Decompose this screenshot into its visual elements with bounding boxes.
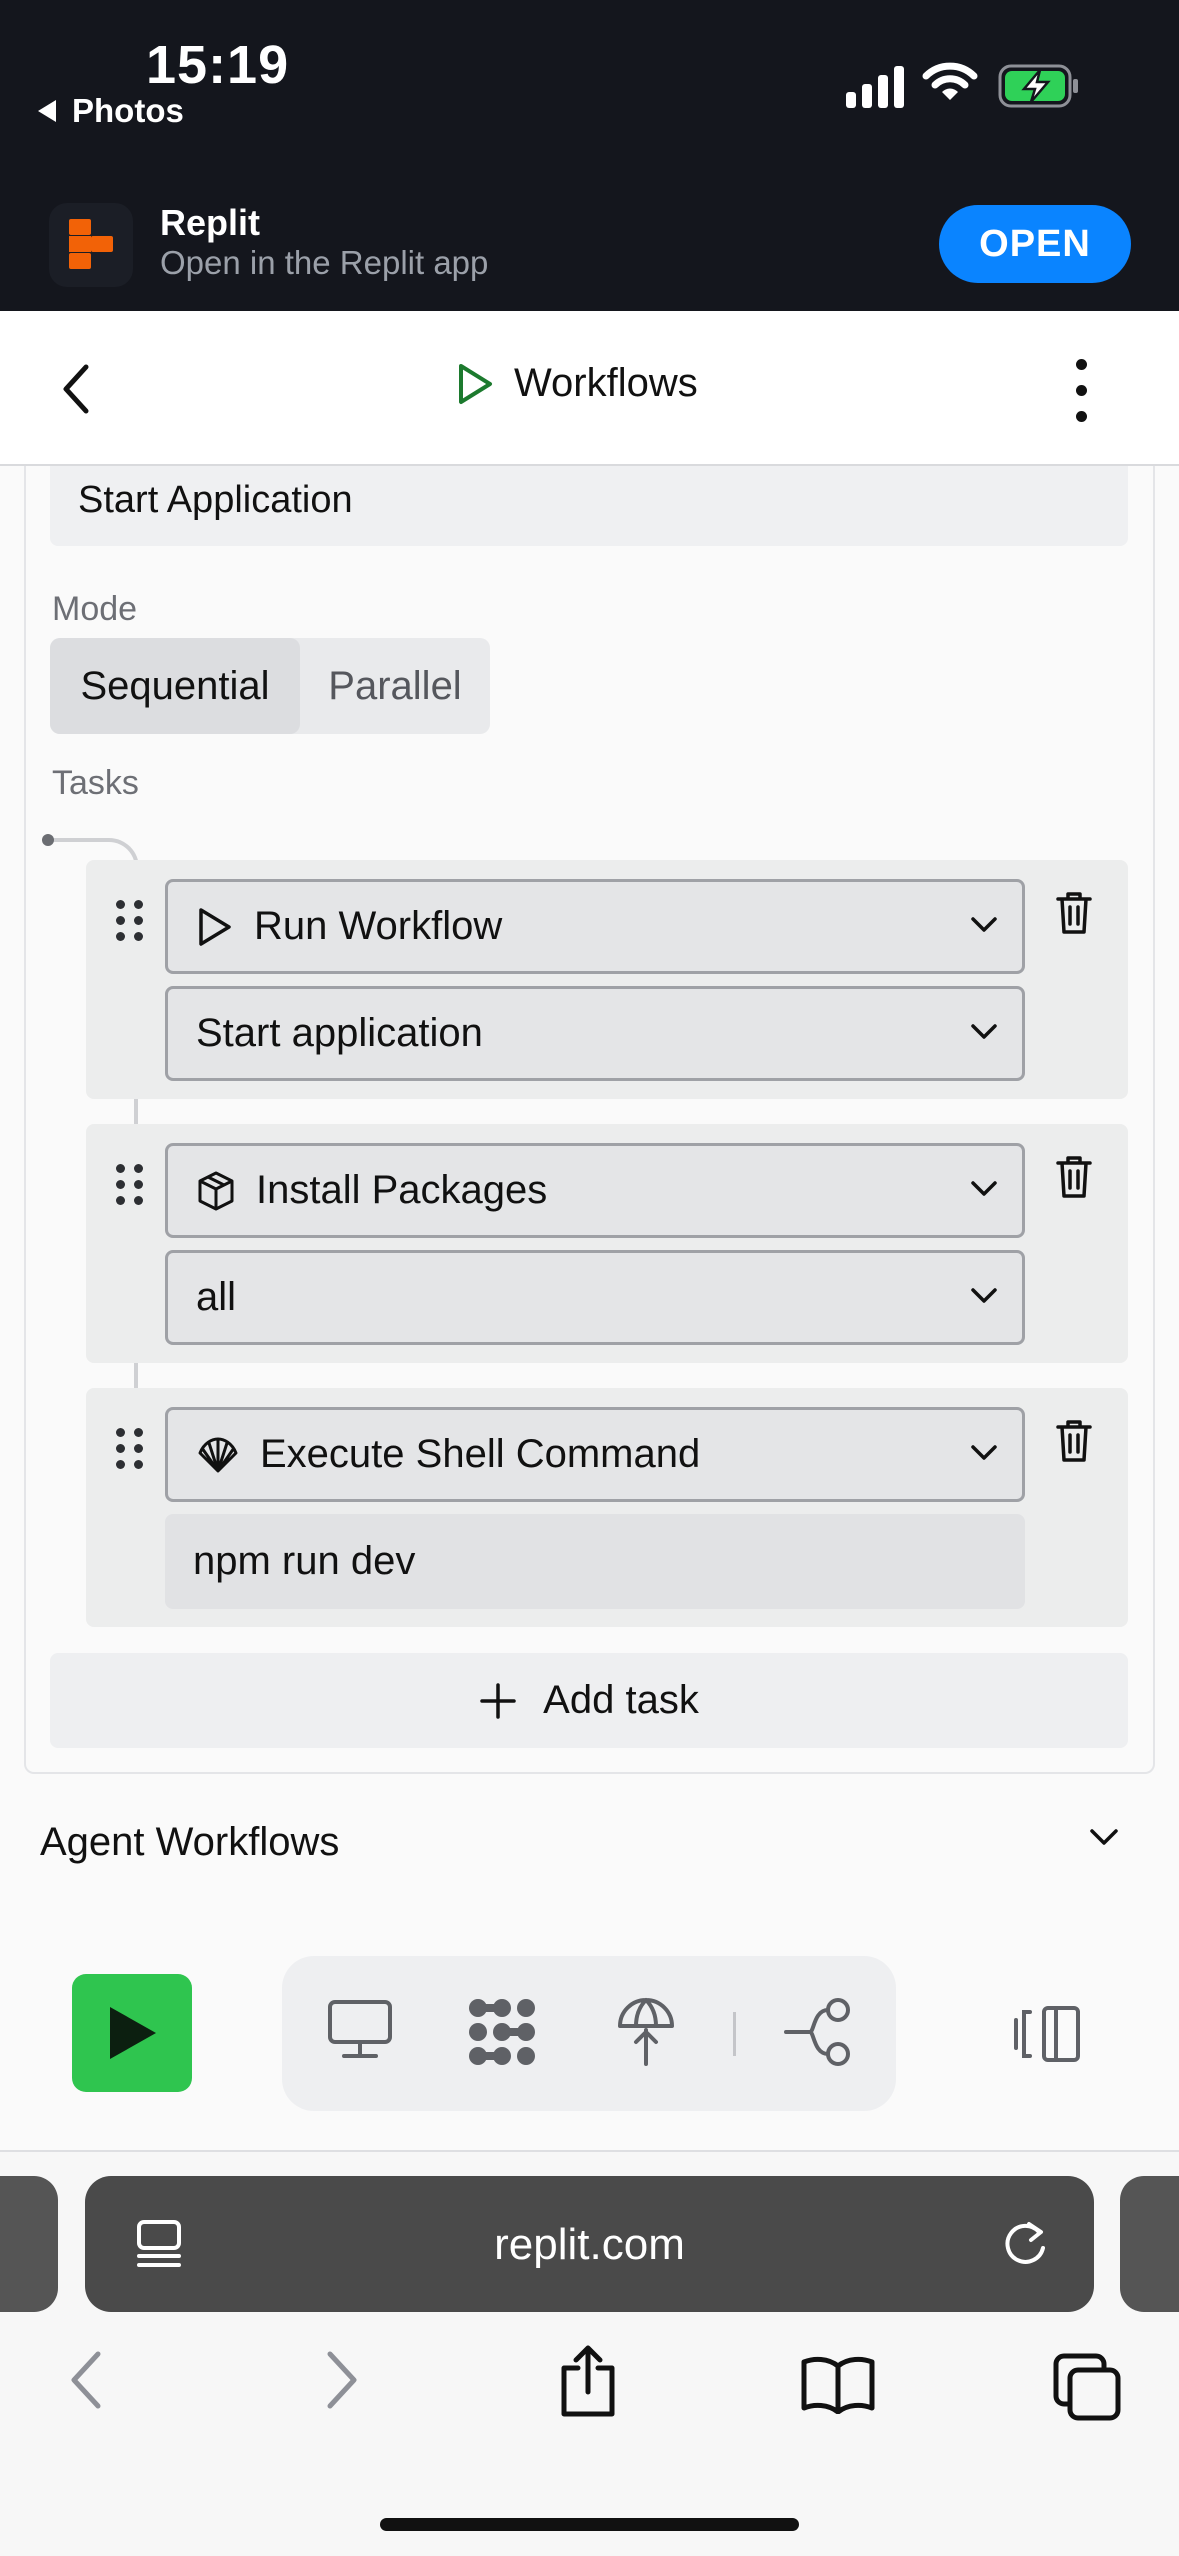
chevron-down-icon bbox=[971, 1181, 997, 1196]
play-filled-icon bbox=[110, 2007, 156, 2059]
back-to-photos-label: Photos bbox=[72, 92, 184, 129]
delete-task-icon[interactable] bbox=[1054, 1154, 1094, 1200]
plus-icon bbox=[480, 1682, 516, 1719]
tabs-icon[interactable] bbox=[1052, 2352, 1122, 2422]
replit-logo-icon bbox=[69, 219, 113, 269]
bookmarks-icon[interactable] bbox=[800, 2354, 876, 2414]
back-to-photos-link[interactable]: Photos bbox=[38, 92, 184, 130]
task-connector-line bbox=[134, 1098, 138, 1126]
mode-sequential-option[interactable]: Sequential bbox=[50, 638, 300, 734]
task-argument-select[interactable]: Start application bbox=[165, 986, 1025, 1081]
replit-app-icon bbox=[49, 203, 133, 287]
reload-icon[interactable] bbox=[999, 2218, 1051, 2270]
task-connector-line bbox=[134, 1362, 138, 1390]
monitor-icon[interactable] bbox=[326, 1996, 394, 2062]
task-type-select[interactable]: Execute Shell Command bbox=[165, 1407, 1025, 1502]
add-task-label: Add task bbox=[543, 1678, 699, 1722]
more-vertical-icon[interactable] bbox=[1076, 359, 1087, 422]
mode-label: Mode bbox=[52, 590, 138, 628]
forward-icon[interactable] bbox=[322, 2348, 362, 2412]
mode-parallel-option[interactable]: Parallel bbox=[300, 638, 490, 734]
banner-app-name: Replit bbox=[160, 202, 261, 243]
battery-charging-icon bbox=[998, 64, 1078, 108]
previous-tab-preview[interactable] bbox=[0, 2176, 58, 2312]
share-icon[interactable] bbox=[556, 2344, 620, 2418]
toolbar-divider bbox=[733, 2012, 736, 2056]
drag-handle-icon[interactable] bbox=[116, 1164, 143, 1205]
task-argument-select[interactable]: all bbox=[165, 1250, 1025, 1345]
back-triangle-icon bbox=[38, 100, 56, 122]
git-branch-icon[interactable] bbox=[784, 1996, 856, 2068]
cellular-signal-icon bbox=[846, 62, 904, 108]
shell-command-input[interactable]: npm run dev bbox=[165, 1514, 1025, 1609]
page-title: Workflows bbox=[456, 361, 698, 406]
mode-segmented-control: Sequential Parallel bbox=[50, 638, 490, 734]
workflow-name-input[interactable]: Start Application bbox=[50, 466, 1128, 546]
deploy-icon[interactable] bbox=[616, 1996, 676, 2068]
url-text: replit.com bbox=[494, 2220, 685, 2269]
chevron-down-icon bbox=[971, 917, 997, 932]
task-argument-label: Start application bbox=[196, 1011, 483, 1055]
back-icon[interactable] bbox=[66, 2348, 106, 2412]
task-type-label: Run Workflow bbox=[254, 904, 503, 948]
run-button[interactable] bbox=[72, 1974, 192, 2092]
workflows-header: Workflows bbox=[0, 311, 1179, 466]
workflows-icon[interactable] bbox=[464, 1996, 540, 2068]
drag-handle-icon[interactable] bbox=[116, 900, 143, 941]
tool-switcher bbox=[282, 1956, 896, 2111]
task-type-label: Execute Shell Command bbox=[260, 1432, 701, 1476]
panel-layout-icon[interactable] bbox=[1010, 2004, 1082, 2064]
play-icon bbox=[459, 363, 492, 404]
task-type-select[interactable]: Run Workflow bbox=[165, 879, 1025, 974]
back-chevron-icon[interactable] bbox=[56, 361, 96, 417]
play-icon bbox=[199, 907, 231, 946]
delete-task-icon[interactable] bbox=[1054, 890, 1094, 936]
drag-handle-icon[interactable] bbox=[116, 1428, 143, 1469]
chevron-down-icon bbox=[971, 1445, 997, 1460]
chevron-down-icon bbox=[971, 1024, 997, 1039]
status-time: 15:19 bbox=[146, 35, 290, 95]
home-indicator bbox=[380, 2518, 799, 2531]
banner-app-subtitle: Open in the Replit app bbox=[160, 244, 489, 281]
open-in-app-button[interactable]: OPEN bbox=[939, 205, 1131, 283]
tasks-label: Tasks bbox=[52, 764, 139, 802]
wifi-icon bbox=[922, 62, 978, 100]
task-argument-label: all bbox=[196, 1275, 237, 1319]
agent-workflows-section-toggle[interactable]: Agent Workflows bbox=[40, 1820, 339, 1865]
delete-task-icon[interactable] bbox=[1054, 1418, 1094, 1464]
next-tab-preview[interactable] bbox=[1120, 2176, 1179, 2312]
task-type-label: Install Packages bbox=[256, 1168, 548, 1212]
address-bar[interactable]: replit.com bbox=[85, 2176, 1094, 2312]
package-box-icon bbox=[198, 1171, 234, 1210]
task-type-select[interactable]: Install Packages bbox=[165, 1143, 1025, 1238]
page-title-text: Workflows bbox=[514, 361, 698, 405]
chevron-down-icon[interactable] bbox=[1089, 1828, 1119, 1848]
shell-icon bbox=[198, 1437, 238, 1472]
add-task-button[interactable]: Add task bbox=[50, 1653, 1128, 1748]
task-connector-dot bbox=[42, 834, 54, 846]
chevron-down-icon bbox=[971, 1288, 997, 1303]
